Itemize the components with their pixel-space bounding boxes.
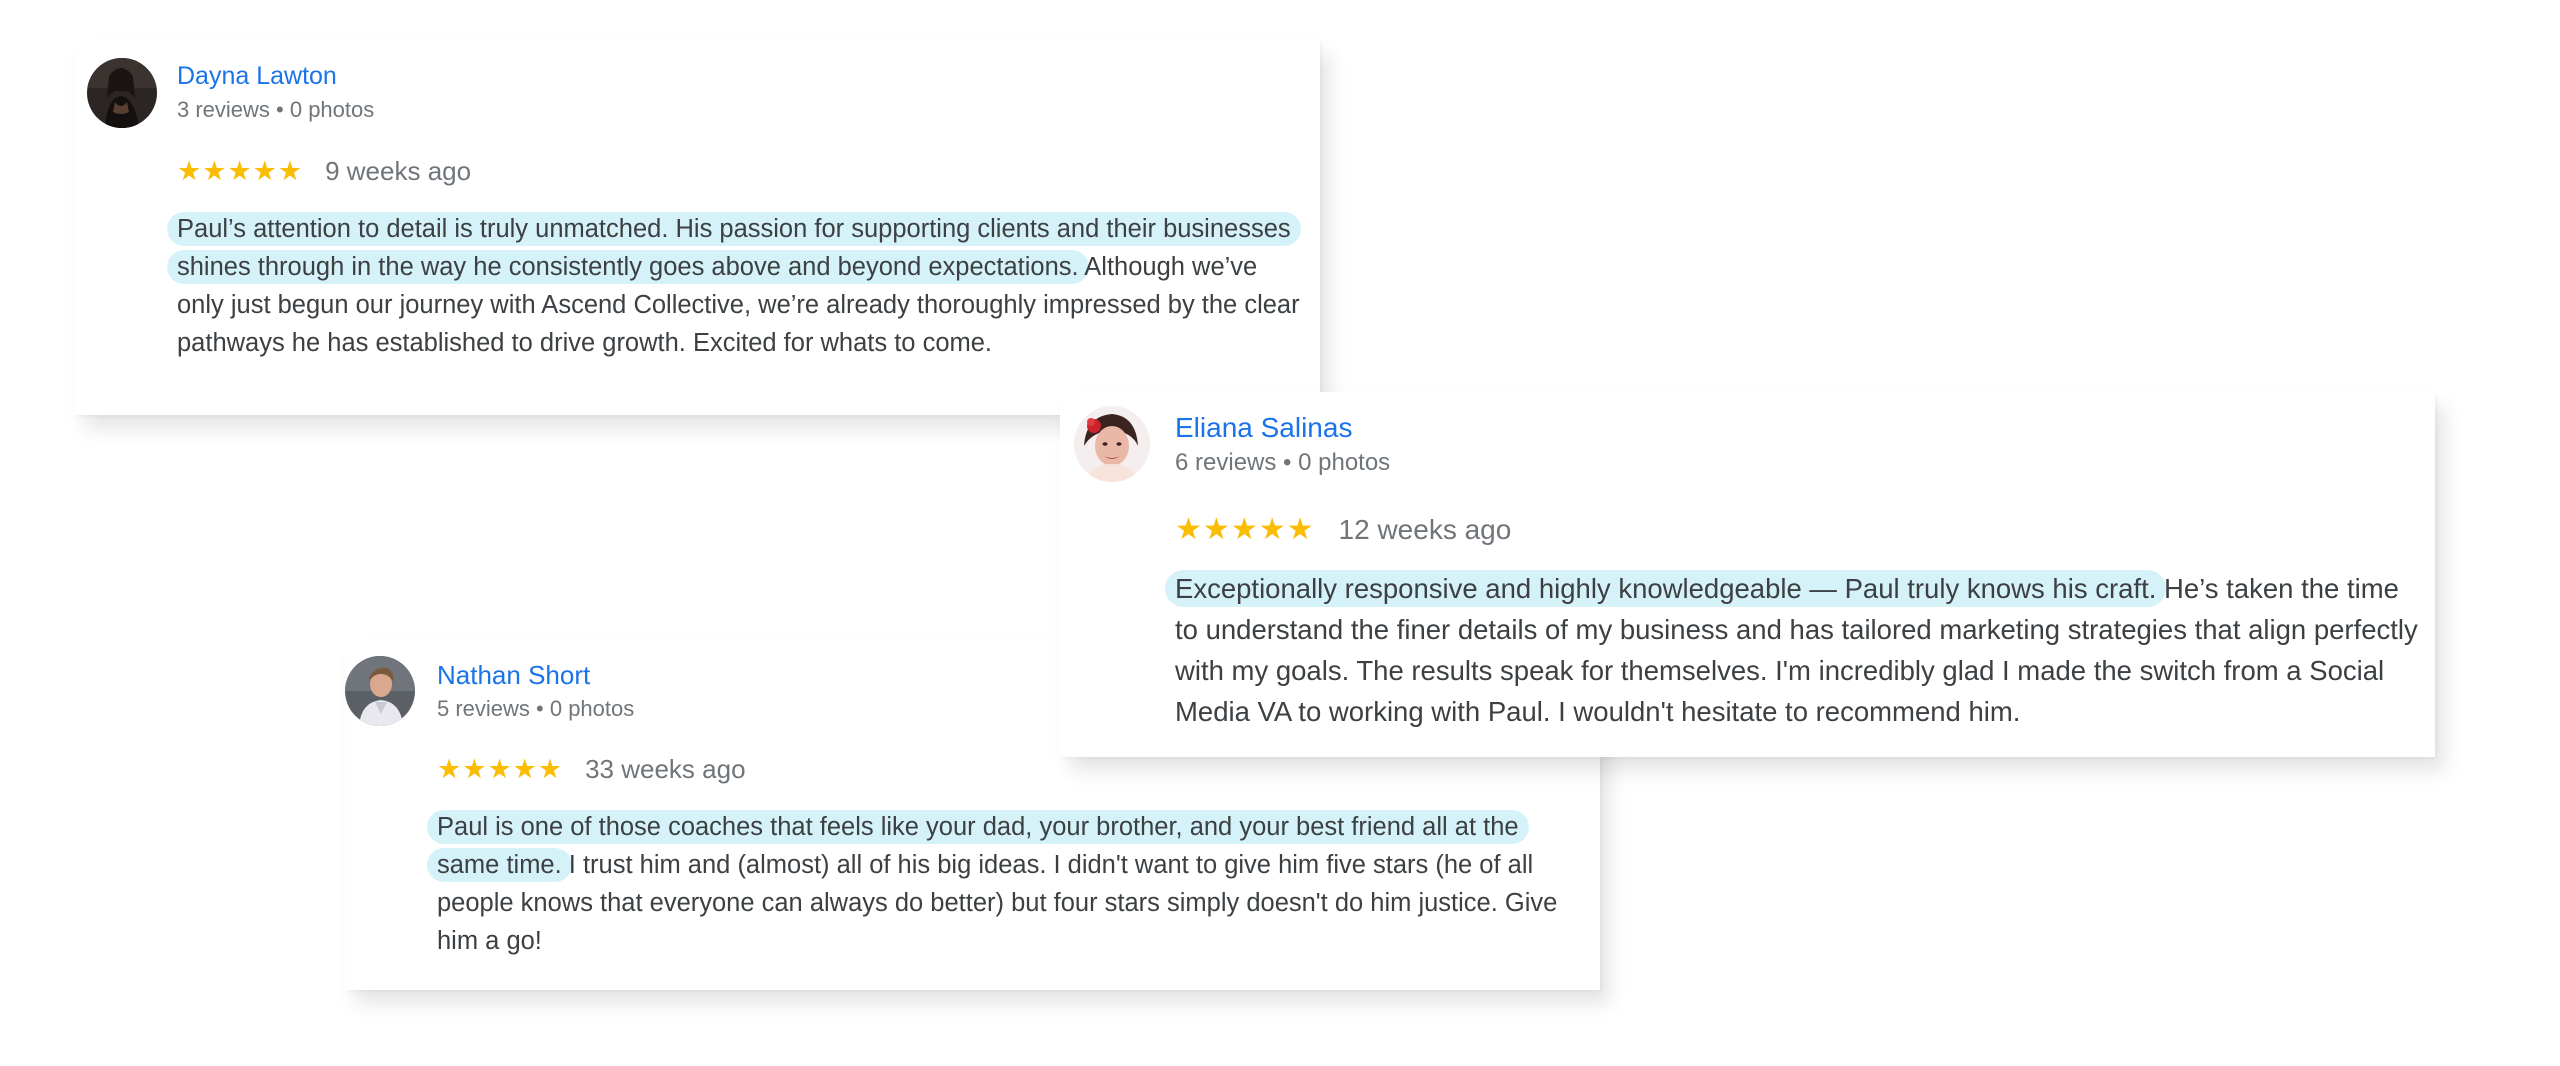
review-text: Paul is one of those coaches that feels … (427, 808, 1587, 960)
star-icon: ★ (487, 754, 512, 784)
star-icon: ★ (202, 156, 227, 186)
reviewer-name[interactable]: Dayna Lawton (177, 62, 337, 91)
star-rating: ★ ★ ★ ★ ★ (1175, 512, 1315, 547)
review-text: Paul’s attention to detail is truly unma… (167, 210, 1302, 362)
review-card: Dayna Lawton 3 reviews • 0 photos ★ ★ ★ … (75, 40, 1320, 415)
avatar[interactable] (345, 656, 415, 726)
review-text-rest: I trust him and (almost) all of his big … (437, 851, 1558, 955)
review-time: 12 weeks ago (1338, 513, 1512, 545)
review-time: 9 weeks ago (325, 156, 472, 186)
star-icon: ★ (252, 156, 277, 186)
reviewer-photo-icon (345, 656, 415, 726)
star-icon: ★ (1175, 513, 1202, 546)
star-icon: ★ (1286, 513, 1314, 546)
star-icon: ★ (1230, 513, 1258, 546)
avatar[interactable] (1074, 406, 1150, 482)
star-icon: ★ (512, 754, 537, 784)
review-time: 33 weeks ago (585, 754, 746, 784)
star-icon: ★ (277, 156, 303, 186)
star-rating: ★ ★ ★ ★ ★ (177, 156, 303, 187)
reviewer-photo-icon (87, 58, 157, 128)
rating-row: ★ ★ ★ ★ ★ 9 weeks ago (177, 156, 471, 187)
rating-row: ★ ★ ★ ★ ★ 33 weeks ago (437, 754, 746, 785)
review-card: Eliana Salinas 6 reviews • 0 photos ★ ★ … (1060, 392, 2435, 757)
star-icon: ★ (1258, 513, 1286, 546)
reviewer-name[interactable]: Eliana Salinas (1175, 412, 1352, 444)
reviewer-meta: 6 reviews • 0 photos (1175, 449, 1391, 476)
reviewer-meta: 5 reviews • 0 photos (437, 696, 635, 721)
reviewer-name[interactable]: Nathan Short (437, 660, 590, 691)
star-rating: ★ ★ ★ ★ ★ (437, 754, 563, 785)
star-icon: ★ (1202, 513, 1230, 546)
star-icon: ★ (437, 754, 462, 784)
reviews-collage: Dayna Lawton 3 reviews • 0 photos ★ ★ ★ … (0, 0, 2560, 1066)
review-text: Exceptionally responsive and highly know… (1165, 568, 2425, 732)
rating-row: ★ ★ ★ ★ ★ 12 weeks ago (1175, 512, 1511, 547)
review-highlight: Exceptionally responsive and highly know… (1165, 570, 2167, 607)
star-icon: ★ (462, 754, 487, 784)
reviewer-meta: 3 reviews • 0 photos (177, 97, 375, 122)
star-icon: ★ (537, 754, 563, 784)
avatar[interactable] (87, 58, 157, 128)
star-icon: ★ (177, 156, 202, 186)
star-icon: ★ (227, 156, 252, 186)
reviewer-photo-icon (1074, 406, 1150, 482)
